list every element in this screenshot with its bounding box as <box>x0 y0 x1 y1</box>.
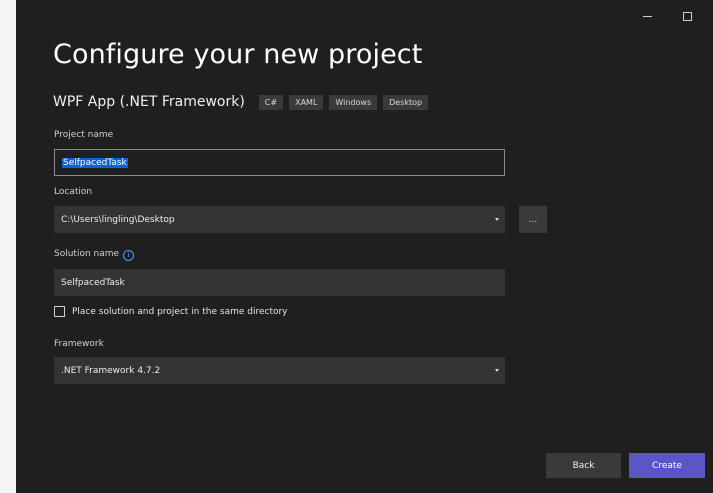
solution-name-label: Solution name i <box>54 249 135 261</box>
project-name-value: SelfpacedTask <box>62 157 128 168</box>
template-info: WPF App (.NET Framework) C# XAML Windows… <box>53 94 434 110</box>
minimize-icon <box>642 15 652 17</box>
maximize-icon <box>682 11 692 21</box>
solution-name-label-text: Solution name <box>54 249 120 259</box>
info-icon[interactable]: i <box>123 250 135 261</box>
minimize-button[interactable] <box>636 5 658 27</box>
tag-xaml: XAML <box>289 94 324 110</box>
tag-desktop: Desktop <box>383 94 429 110</box>
back-button[interactable]: Back <box>546 453 621 478</box>
framework-value: .NET Framework 4.7.2 <box>61 365 161 376</box>
same-directory-option[interactable]: Place solution and project in the same d… <box>54 306 288 317</box>
location-combobox[interactable]: C:\Users\lingling\Desktop <box>54 206 505 233</box>
chevron-down-icon <box>495 218 499 221</box>
create-button[interactable]: Create <box>629 453 705 478</box>
chevron-down-icon <box>495 369 499 372</box>
tag-csharp: C# <box>258 94 284 110</box>
solution-name-input[interactable]: SelfpacedTask <box>54 269 505 296</box>
project-name-label: Project name <box>54 130 114 140</box>
maximize-button[interactable] <box>676 5 698 27</box>
framework-label: Framework <box>54 339 104 349</box>
same-directory-label: Place solution and project in the same d… <box>72 306 288 317</box>
browse-location-button[interactable]: ... <box>519 206 547 233</box>
page-title: Configure your new project <box>53 39 423 70</box>
framework-combobox[interactable]: .NET Framework 4.7.2 <box>54 357 505 384</box>
same-directory-checkbox[interactable] <box>54 306 65 317</box>
location-value: C:\Users\lingling\Desktop <box>61 214 175 225</box>
template-name: WPF App (.NET Framework) <box>53 94 245 110</box>
location-label: Location <box>54 187 93 197</box>
project-name-input[interactable]: SelfpacedTask <box>54 149 505 176</box>
configure-project-window: Configure your new project WPF App (.NET… <box>16 0 713 493</box>
solution-name-value: SelfpacedTask <box>61 277 125 288</box>
tag-windows: Windows <box>329 94 378 110</box>
